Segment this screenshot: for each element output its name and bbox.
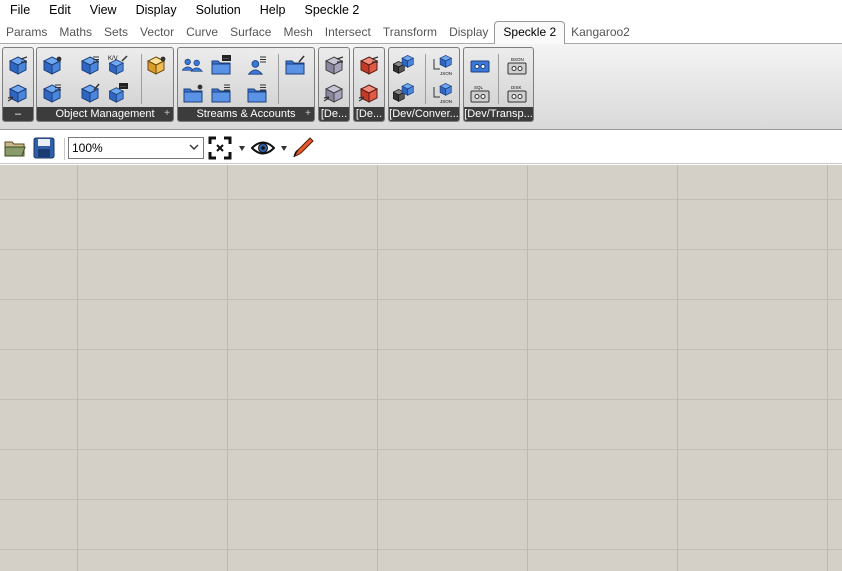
preview-dropdown-icon[interactable] <box>281 146 287 151</box>
convert-to-speckle-icon[interactable] <box>393 55 415 77</box>
send-icon[interactable] <box>7 55 29 77</box>
extend-object-icon[interactable] <box>79 83 101 105</box>
panel-label-dev-2: [De... <box>354 107 384 121</box>
convert-to-native-icon[interactable] <box>393 83 415 105</box>
zoom-value: 100% <box>72 141 103 155</box>
sql-label-text: SQL <box>474 85 484 90</box>
create-object-icon[interactable] <box>41 55 63 77</box>
object-list-icon[interactable]: ··· <box>107 83 129 105</box>
panel-dev-transports: SQL BSON DISK [Dev/Transp... <box>463 47 534 122</box>
menu-bar: File Edit View Display Solution Help Spe… <box>0 0 842 20</box>
menu-solution[interactable]: Solution <box>186 0 250 20</box>
panel-dev-1: [De... <box>318 47 350 122</box>
zoom-extents-dropdown-icon[interactable] <box>239 146 245 151</box>
dev-local-receive-icon[interactable] <box>358 83 380 105</box>
tab-kangaroo2[interactable]: Kangaroo2 <box>565 20 636 43</box>
bson-transport-icon[interactable]: BSON <box>506 55 528 77</box>
canvas-toolbar: 100% <box>0 131 842 164</box>
tab-transform[interactable]: Transform <box>377 20 443 43</box>
component-tab-strip: Params Maths Sets Vector Curve Surface M… <box>0 20 842 44</box>
panel-separator <box>278 54 279 104</box>
panel-label-dev-1: [De... <box>319 107 349 121</box>
component-ribbon: – K/V ··· Object Management + ··· Stream… <box>0 44 842 130</box>
json-label-text-2: JSON <box>440 99 452 104</box>
receive-icon[interactable] <box>7 83 29 105</box>
dots-label-text: ··· <box>120 84 126 90</box>
accounts-icon[interactable] <box>182 55 204 77</box>
deserialize-icon[interactable]: JSON <box>431 83 453 105</box>
zoom-extents-icon[interactable] <box>208 136 232 160</box>
panel-label-dev-conversion: [Dev/Conver... <box>389 107 459 121</box>
menu-view[interactable]: View <box>80 0 126 20</box>
stream-detail-icon[interactable] <box>182 83 204 105</box>
key-value-object-icon[interactable]: K/V <box>107 55 129 77</box>
dev-local-send-icon[interactable] <box>358 55 380 77</box>
stream-list-icon[interactable]: ··· <box>210 55 232 77</box>
save-icon[interactable] <box>32 136 56 160</box>
menu-file[interactable]: File <box>0 0 39 20</box>
tab-mesh[interactable]: Mesh <box>277 20 318 43</box>
expand-object-icon[interactable] <box>41 83 63 105</box>
tab-speckle-2[interactable]: Speckle 2 <box>494 21 566 44</box>
preview-eye-icon[interactable] <box>251 136 275 160</box>
stream-dots-text: ··· <box>223 56 229 62</box>
panel-label-speckle-main: – <box>3 107 33 121</box>
json-label-text: JSON <box>440 71 452 76</box>
grasshopper-canvas[interactable] <box>0 165 842 571</box>
panel-dev-2: [De... <box>353 47 385 122</box>
panel-label-object-management: Object Management <box>37 107 173 121</box>
disk-label-text: DISK <box>511 85 522 90</box>
panel-streams-accounts: ··· Streams & Accounts + <box>177 47 315 122</box>
menu-display[interactable]: Display <box>126 0 186 20</box>
dev-send-icon[interactable] <box>323 55 345 77</box>
bson-label-text: BSON <box>511 57 524 62</box>
tab-intersect[interactable]: Intersect <box>319 20 377 43</box>
toolbar-separator <box>64 138 65 160</box>
panel-expand-object-management[interactable]: + <box>164 108 170 120</box>
tab-vector[interactable]: Vector <box>134 20 180 43</box>
panel-dev-conversion: JSON JSON [Dev/Conver... <box>388 47 460 122</box>
server-transport-icon[interactable] <box>469 55 491 77</box>
tab-params[interactable]: Params <box>0 20 53 43</box>
kv-label-text: K/V <box>108 56 118 62</box>
chevron-down-icon[interactable] <box>188 141 200 153</box>
schema-object-icon[interactable] <box>145 55 167 77</box>
tab-curve[interactable]: Curve <box>180 20 224 43</box>
stream-get-icon[interactable] <box>210 83 232 105</box>
dev-receive-icon[interactable] <box>323 83 345 105</box>
sqlite-transport-icon[interactable]: SQL <box>469 83 491 105</box>
menu-help[interactable]: Help <box>250 0 295 20</box>
panel-separator <box>141 54 142 104</box>
zoom-dropdown[interactable]: 100% <box>68 137 204 159</box>
stream-create-icon[interactable] <box>246 83 268 105</box>
panel-separator <box>498 54 499 104</box>
panel-expand-streams-accounts[interactable]: + <box>305 108 311 120</box>
panel-separator <box>425 54 426 104</box>
deconstruct-object-icon[interactable] <box>79 55 101 77</box>
serialize-icon[interactable]: JSON <box>431 55 453 77</box>
menu-speckle[interactable]: Speckle 2 <box>294 0 368 20</box>
panel-label-streams-accounts: Streams & Accounts <box>178 107 314 121</box>
open-folder-icon[interactable] <box>3 136 27 160</box>
menu-edit[interactable]: Edit <box>39 0 80 20</box>
account-detail-icon[interactable] <box>246 55 268 77</box>
stream-update-icon[interactable] <box>284 55 306 77</box>
disk-transport-icon[interactable]: DISK <box>506 83 528 105</box>
panel-object-management: K/V ··· Object Management + <box>36 47 174 122</box>
tab-maths[interactable]: Maths <box>53 20 98 43</box>
tab-sets[interactable]: Sets <box>98 20 134 43</box>
tab-display[interactable]: Display <box>443 20 494 43</box>
tab-surface[interactable]: Surface <box>224 20 277 43</box>
sketch-pen-icon[interactable] <box>291 136 315 160</box>
panel-label-dev-transports: [Dev/Transp... <box>464 107 533 121</box>
panel-speckle-main: – <box>2 47 34 122</box>
